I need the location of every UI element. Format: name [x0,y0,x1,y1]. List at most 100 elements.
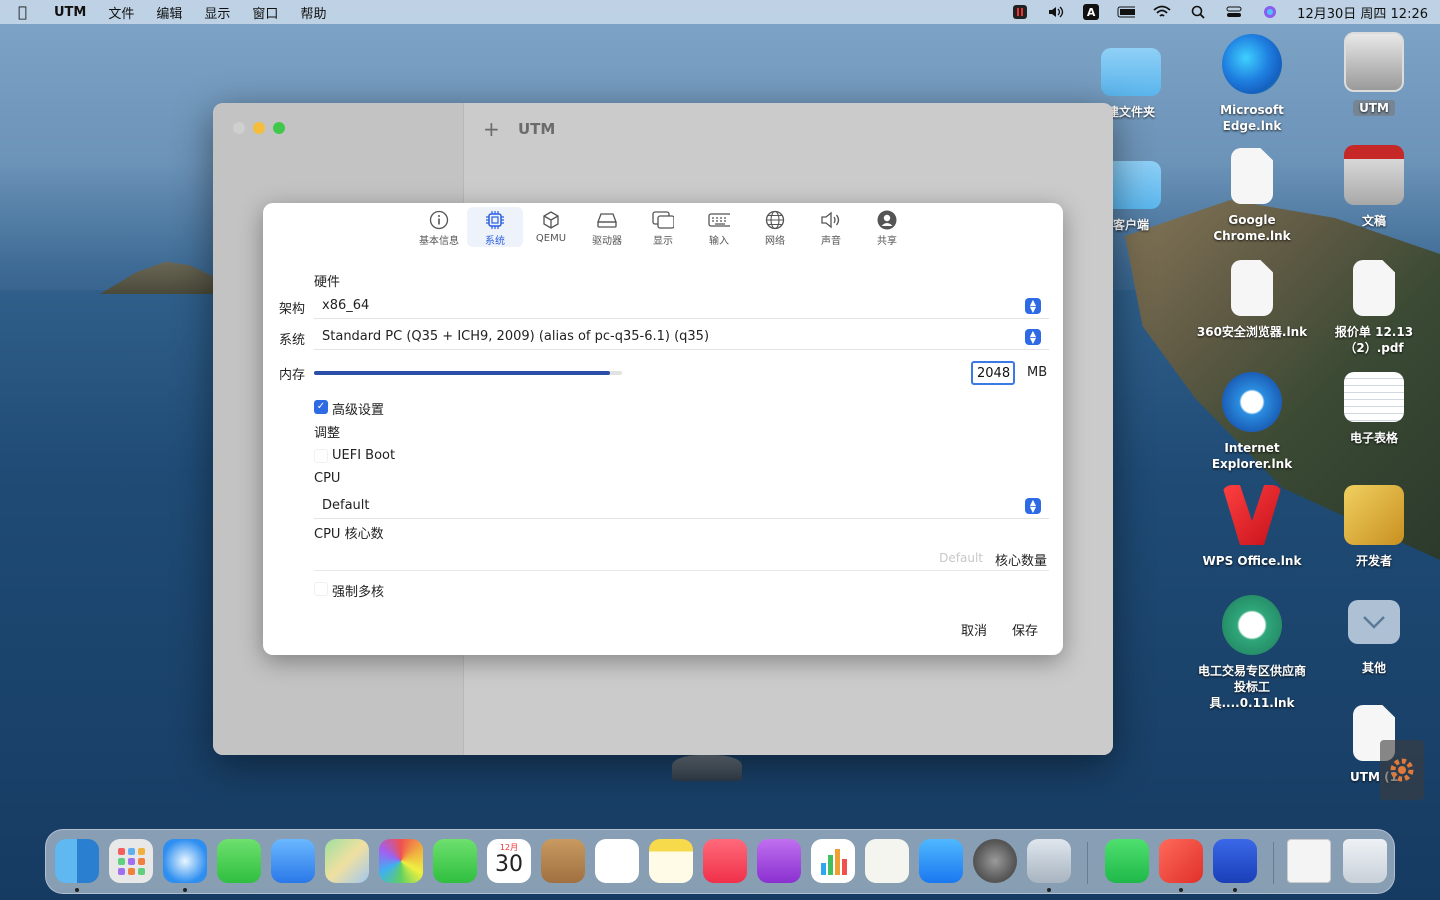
running-indicator [1047,888,1051,892]
tab-label: 输入 [709,236,729,247]
tab-sound[interactable]: 声音 [803,207,859,247]
speaker-icon [820,209,842,230]
force-multicore-checkbox[interactable] [314,582,328,596]
dock-launchpad-icon[interactable] [109,839,153,883]
dock-photos-icon[interactable] [379,839,423,883]
dock-trash-icon[interactable] [1343,839,1387,883]
cpu-cores-placeholder: Default [939,551,983,565]
desktop-icon-other-stack[interactable]: 其他 [1314,600,1434,676]
battery-icon[interactable] [1117,5,1136,19]
dock-reminders-icon[interactable] [595,839,639,883]
system-value: Standard PC (Q35 + ICH9, 2009) (alias of… [322,329,710,344]
arch-select[interactable]: x86_64 ▲ ▼ [314,293,1049,319]
dock-system-preferences-icon[interactable] [973,839,1017,883]
desktop-island [100,261,220,294]
add-vm-icon[interactable]: + [483,117,500,141]
menu-app-name[interactable]: UTM [54,5,86,20]
dock-parallels-icon[interactable] [1027,839,1071,883]
desktop-icon-label: Microsoft Edge.lnk [1220,103,1284,133]
tab-input[interactable]: 输入 [691,207,747,247]
apple-menu-icon[interactable]:  [18,3,34,21]
wifi-icon[interactable] [1153,5,1171,19]
desktop-icon-edge[interactable]: Microsoft Edge.lnk [1192,34,1312,134]
dock-numbers-icon[interactable] [811,839,855,883]
zoom-button[interactable] [273,122,285,134]
desktop-icon-chrome[interactable]: Google Chrome.lnk [1192,148,1312,244]
control-center-icon[interactable] [1225,5,1243,19]
menu-edit[interactable]: 编辑 [156,3,182,22]
desktop-icon-wps[interactable]: WPS Office.lnk [1192,485,1312,569]
parallels-status-icon[interactable] [1011,5,1029,19]
spreadsheet-icon [1344,372,1404,422]
dock-safari-icon[interactable] [163,839,207,883]
tab-info[interactable]: 基本信息 [411,207,467,247]
dock-infuse-icon[interactable] [1159,839,1203,883]
tab-label: 显示 [653,236,673,247]
dock-facetime-icon[interactable] [433,839,477,883]
desktop-icon-bidding-tool[interactable]: 电工交易专区供应商 投标工具....0.11.lnk [1192,595,1312,711]
cancel-button[interactable]: 取消 [961,620,987,639]
volume-icon[interactable] [1047,5,1065,19]
desktop-icon-documents[interactable]: 文稿 [1314,145,1434,229]
dock-pages-icon[interactable] [865,839,909,883]
info-icon [428,209,450,230]
desktop-icon-spreadsheet[interactable]: 电子表格 [1314,372,1434,446]
tweaks-heading: 调整 [314,426,341,441]
menu-file[interactable]: 文件 [108,3,134,22]
input-source-icon[interactable]: A [1083,4,1100,20]
dock-notes-icon[interactable] [649,839,693,883]
tab-label: 网络 [765,236,785,247]
cpu-select[interactable]: Default ▲ ▼ [314,493,1049,519]
uefi-boot-checkbox[interactable] [314,449,328,463]
desktop-icon-utm-drive[interactable]: UTM [1314,32,1434,116]
dock-app-store-icon[interactable] [919,839,963,883]
tab-system[interactable]: 系统 [467,207,523,247]
menu-help[interactable]: 帮助 [300,3,326,22]
desktop-icon-label: 开发者 [1355,554,1392,568]
dock-contacts-icon[interactable] [541,839,585,883]
gear-widget-icon[interactable] [1380,740,1424,800]
memory-slider[interactable] [314,371,622,375]
advanced-label: 高级设置 [332,403,385,418]
desktop-icon-ie[interactable]: Internet Explorer.lnk [1192,372,1312,472]
siri-icon[interactable] [1261,5,1279,19]
dock-mail-icon[interactable] [271,839,315,883]
stack-icon [1348,600,1400,644]
desktop-icon-label: UTM [1353,100,1395,116]
app-icon [1222,595,1282,655]
keyboard-icon [708,209,730,230]
tab-drives[interactable]: 驱动器 [579,207,635,247]
desktop-icon-developer[interactable]: 开发者 [1314,485,1434,569]
desktop-icon-label: Google Chrome.lnk [1213,213,1291,243]
dock-music-icon[interactable] [703,839,747,883]
dock-wechat-icon[interactable] [1105,839,1149,883]
tab-display[interactable]: 显示 [635,207,691,247]
dock-podcasts-icon[interactable] [757,839,801,883]
memory-slider-fill [314,371,610,375]
tab-qemu[interactable]: QEMU [523,207,579,247]
minimize-button[interactable] [253,122,265,134]
desktop-icon-360-browser[interactable]: 360安全浏览器.lnk [1192,260,1312,340]
close-button[interactable] [233,122,245,134]
cpu-cores-field[interactable]: Default 核心数量 [314,547,1049,571]
cpu-value: Default [322,498,370,513]
dock-utm-icon[interactable] [1213,839,1257,883]
dock-messages-icon[interactable] [217,839,261,883]
dock-separator [1087,842,1088,884]
save-button[interactable]: 保存 [1012,620,1038,639]
tab-sharing[interactable]: 共享 [859,207,915,247]
dock-window-preview-icon[interactable] [1287,839,1331,883]
memory-input[interactable]: 2048 [971,361,1015,385]
menu-window[interactable]: 窗口 [252,3,278,22]
dock-finder-icon[interactable] [55,839,99,883]
tab-network[interactable]: 网络 [747,207,803,247]
dock-calendar-icon[interactable]: 12月 30 [487,839,531,883]
system-select[interactable]: Standard PC (Q35 + ICH9, 2009) (alias of… [314,324,1049,350]
spotlight-search-icon[interactable] [1189,5,1207,19]
desktop-icon-quote-pdf[interactable]: 报价单 12.13 （2）.pdf [1314,260,1434,356]
menu-view[interactable]: 显示 [204,3,230,22]
tab-label: 共享 [877,236,897,247]
menu-clock[interactable]: 12月30日 周四 12:26 [1297,3,1428,22]
advanced-checkbox[interactable]: ✓ [314,400,328,414]
dock-maps-icon[interactable] [325,839,369,883]
